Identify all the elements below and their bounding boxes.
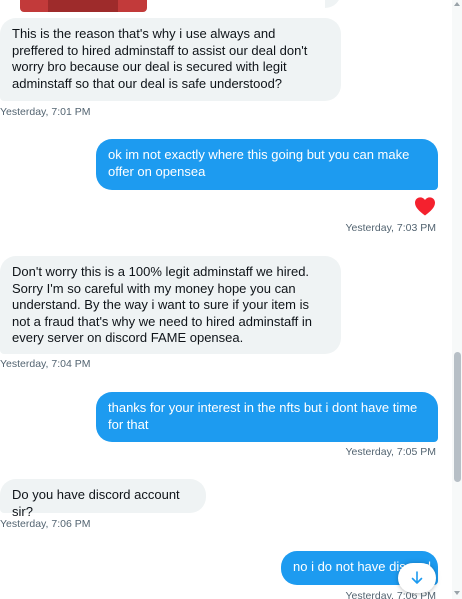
message-timestamp: Yesterday, 7:03 PM xyxy=(345,222,436,234)
heart-icon[interactable] xyxy=(414,196,436,216)
incoming-message[interactable]: This is the reason that's why i use alwa… xyxy=(0,18,341,101)
arrow-down-icon xyxy=(411,571,423,584)
bubble-edge xyxy=(325,0,341,8)
shared-image-message[interactable] xyxy=(20,0,147,12)
scroll-up-arrow[interactable] xyxy=(454,2,460,6)
incoming-message[interactable]: Do you have discord account sir? xyxy=(0,479,206,519)
outgoing-message[interactable]: thanks for your interest in the nfts but… xyxy=(96,392,438,442)
scroll-down-arrow[interactable] xyxy=(454,591,460,595)
scrollbar[interactable] xyxy=(452,0,462,599)
scrollbar-thumb[interactable] xyxy=(454,352,461,482)
outgoing-message[interactable]: ok im not exactly where this going but y… xyxy=(96,139,438,190)
message-thread[interactable]: This is the reason that's why i use alwa… xyxy=(0,0,452,599)
message-timestamp: Yesterday, 7:05 PM xyxy=(345,446,436,458)
incoming-message[interactable]: Don't worry this is a 100% legit adminst… xyxy=(0,256,341,354)
jump-to-latest-button[interactable] xyxy=(398,563,436,593)
message-timestamp: Yesterday, 7:01 PM xyxy=(0,106,91,118)
message-timestamp: Yesterday, 7:06 PM xyxy=(0,518,91,530)
message-timestamp: Yesterday, 7:04 PM xyxy=(0,358,91,370)
